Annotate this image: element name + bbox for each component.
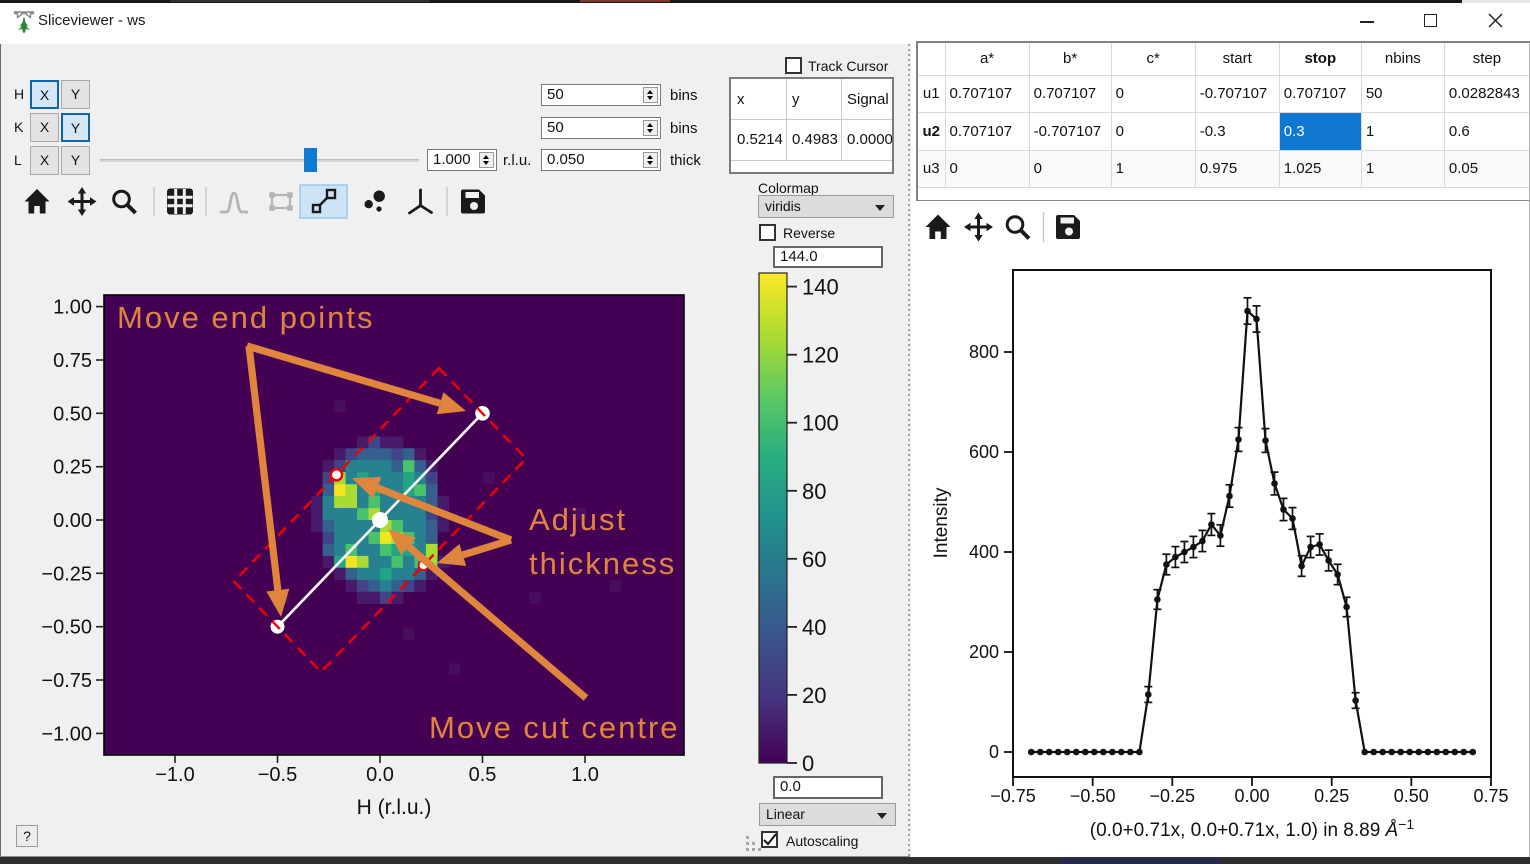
- svg-text:60: 60: [802, 547, 826, 572]
- svg-text:−0.25: −0.25: [1150, 786, 1196, 806]
- svg-text:−1.0: −1.0: [155, 764, 194, 786]
- svg-text:Move cut centre: Move cut centre: [429, 710, 680, 745]
- svg-text:0.00: 0.00: [53, 510, 92, 532]
- svg-text:120: 120: [802, 343, 839, 368]
- svg-text:0.75: 0.75: [53, 350, 92, 372]
- svg-text:140: 140: [802, 275, 839, 300]
- svg-text:−0.50: −0.50: [41, 617, 92, 639]
- svg-text:−0.75: −0.75: [990, 786, 1036, 806]
- svg-text:800: 800: [969, 342, 999, 362]
- svg-text:Adjust: Adjust: [529, 502, 627, 537]
- svg-text:0.25: 0.25: [1314, 786, 1349, 806]
- svg-text:40: 40: [802, 615, 826, 640]
- svg-text:20: 20: [802, 683, 826, 708]
- svg-text:0.25: 0.25: [53, 457, 92, 479]
- svg-text:0.0: 0.0: [366, 764, 394, 786]
- svg-text:600: 600: [969, 442, 999, 462]
- svg-text:0.00: 0.00: [1234, 786, 1269, 806]
- svg-text:−0.75: −0.75: [41, 670, 92, 692]
- svg-text:Move end points: Move end points: [117, 300, 374, 335]
- svg-text:80: 80: [802, 479, 826, 504]
- svg-text:0.50: 0.50: [53, 403, 92, 425]
- svg-text:1.0: 1.0: [571, 764, 599, 786]
- svg-text:−0.5: −0.5: [258, 764, 297, 786]
- svg-text:100: 100: [802, 411, 839, 436]
- svg-text:(0.0+0.71x, 0.0+0.71x, 1.0) in: (0.0+0.71x, 0.0+0.71x, 1.0) in 8.89 Å−1: [1090, 816, 1415, 841]
- svg-text:Intensity: Intensity: [931, 487, 952, 558]
- svg-text:400: 400: [969, 542, 999, 562]
- svg-text:0.50: 0.50: [1394, 786, 1429, 806]
- svg-text:thickness: thickness: [529, 546, 676, 581]
- svg-text:−0.25: −0.25: [41, 563, 92, 585]
- svg-text:0.5: 0.5: [469, 764, 497, 786]
- svg-text:−1.00: −1.00: [41, 723, 92, 745]
- svg-text:200: 200: [969, 642, 999, 662]
- svg-text:0: 0: [989, 742, 999, 762]
- svg-text:0: 0: [802, 751, 814, 776]
- svg-text:0.75: 0.75: [1473, 786, 1508, 806]
- svg-text:H (r.l.u.): H (r.l.u.): [357, 796, 432, 819]
- svg-text:1.00: 1.00: [53, 297, 92, 319]
- svg-text:−0.50: −0.50: [1070, 786, 1116, 806]
